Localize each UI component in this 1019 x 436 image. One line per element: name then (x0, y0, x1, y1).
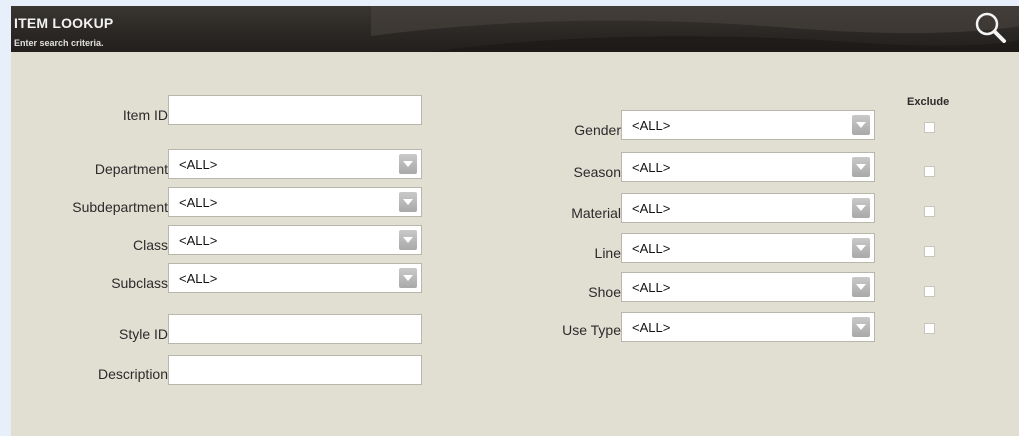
chevron-down-icon[interactable] (852, 198, 870, 218)
gender-exclude-checkbox[interactable] (924, 122, 935, 133)
department-label: Department (94, 161, 168, 177)
header-bar: ITEM LOOKUP Enter search criteria. (11, 6, 1019, 52)
chevron-down-icon[interactable] (852, 277, 870, 297)
shoe-exclude-checkbox[interactable] (924, 286, 935, 297)
season-select[interactable]: <ALL> (621, 152, 875, 182)
item-id-input[interactable] (168, 95, 422, 125)
use-type-select[interactable]: <ALL> (621, 312, 875, 342)
chevron-down-icon[interactable] (399, 154, 417, 174)
description-input[interactable] (168, 355, 422, 385)
chevron-down-icon[interactable] (852, 115, 870, 135)
description-label: Description (97, 366, 168, 382)
use-type-value: <ALL> (632, 320, 671, 335)
chevron-down-icon[interactable] (399, 192, 417, 212)
gender-select[interactable]: <ALL> (621, 110, 875, 140)
line-select[interactable]: <ALL> (621, 233, 875, 263)
season-exclude-checkbox[interactable] (924, 166, 935, 177)
gender-label: Gender (574, 122, 621, 138)
style-id-label: Style ID (118, 326, 168, 342)
season-label: Season (573, 164, 621, 180)
chevron-down-icon[interactable] (399, 268, 417, 288)
style-id-input[interactable] (168, 314, 422, 344)
subclass-value: <ALL> (179, 271, 218, 286)
department-select[interactable]: <ALL> (168, 149, 422, 179)
material-value: <ALL> (632, 201, 671, 216)
subdepartment-select[interactable]: <ALL> (168, 187, 422, 217)
header-swoosh-decoration (371, 6, 1019, 52)
material-select[interactable]: <ALL> (621, 193, 875, 223)
line-exclude-checkbox[interactable] (924, 246, 935, 257)
material-exclude-checkbox[interactable] (924, 206, 935, 217)
line-value: <ALL> (632, 241, 671, 256)
class-label: Class (132, 237, 168, 253)
chevron-down-icon[interactable] (399, 230, 417, 250)
line-label: Line (594, 245, 621, 261)
subclass-label: Subclass (111, 275, 168, 291)
page-title: ITEM LOOKUP (14, 15, 114, 31)
exclude-column-header: Exclude (907, 96, 950, 108)
chevron-down-icon[interactable] (852, 317, 870, 337)
shoe-label: Shoe (588, 284, 621, 300)
chevron-down-icon[interactable] (852, 238, 870, 258)
shoe-select[interactable]: <ALL> (621, 272, 875, 302)
chevron-down-icon[interactable] (852, 157, 870, 177)
subdepartment-label: Subdepartment (72, 199, 168, 215)
subclass-select[interactable]: <ALL> (168, 263, 422, 293)
use-type-label: Use Type (562, 322, 621, 338)
search-icon[interactable] (973, 10, 1009, 46)
class-value: <ALL> (179, 233, 218, 248)
item-id-label: Item ID (122, 107, 168, 123)
material-label: Material (571, 205, 621, 221)
season-value: <ALL> (632, 160, 671, 175)
shoe-value: <ALL> (632, 280, 671, 295)
department-value: <ALL> (179, 157, 218, 172)
gender-value: <ALL> (632, 118, 671, 133)
page-subtitle: Enter search criteria. (14, 38, 104, 48)
subdepartment-value: <ALL> (179, 195, 218, 210)
use-type-exclude-checkbox[interactable] (924, 323, 935, 334)
item-lookup-window: ITEM LOOKUP Enter search criteria. Item … (11, 6, 1019, 436)
class-select[interactable]: <ALL> (168, 225, 422, 255)
